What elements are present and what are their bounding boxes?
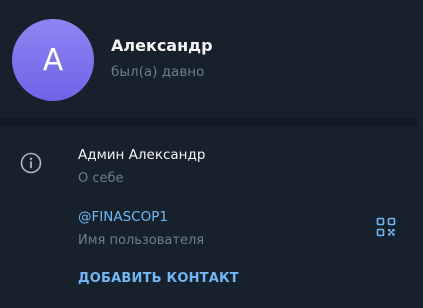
user-profile-panel: А Александр был(а) давно Админ Александр… [0,0,423,308]
info-icon [20,152,42,174]
section-divider [0,118,417,126]
bio-text[interactable]: Админ Александр [78,147,205,163]
add-contact-button[interactable]: ДОБАВИТЬ КОНТАКТ [78,271,239,286]
profile-name: Александр [111,36,213,55]
qr-code-icon[interactable] [376,217,396,237]
avatar[interactable]: А [12,19,94,101]
last-seen-status: был(а) давно [111,64,205,80]
profile-header: А Александр был(а) давно [0,0,423,117]
bio-label: О себе [78,171,124,186]
username-label: Имя пользователя [78,233,205,248]
username-link[interactable]: @FINASCOP1 [78,209,168,225]
scrollbar[interactable] [417,118,423,308]
